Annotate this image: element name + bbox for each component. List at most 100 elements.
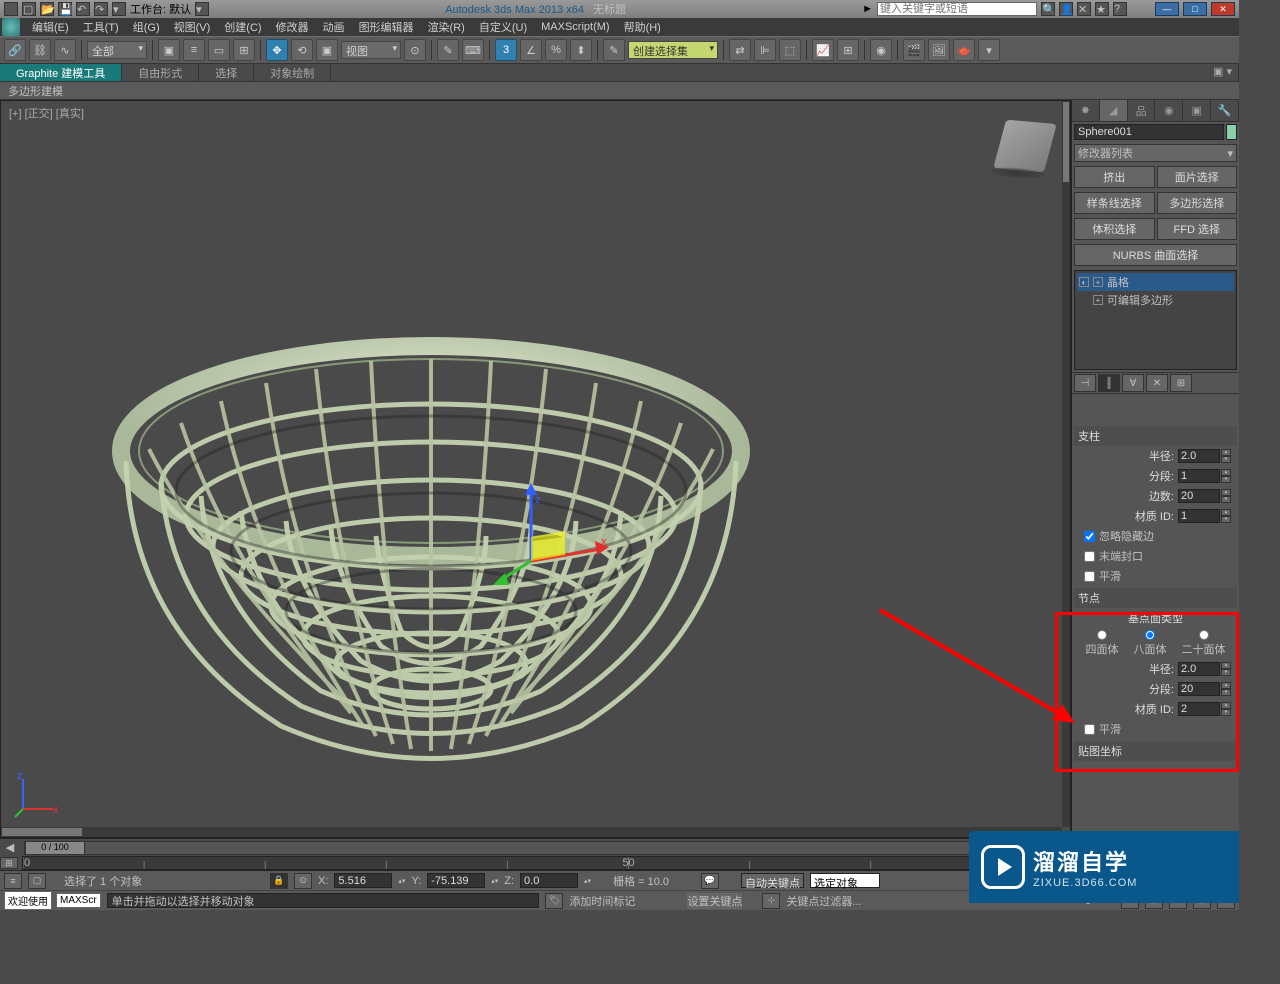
remove-mod-icon[interactable]: ✕ [1146,374,1168,392]
named-sel-icon[interactable]: ✎ [603,39,625,61]
smooth1-check[interactable] [1084,571,1095,582]
menu-tools[interactable]: 工具(T) [77,18,125,36]
redo-icon[interactable]: ↷ [94,2,108,16]
addtime-button[interactable]: 添加时间标记 [569,893,635,909]
pivot-icon[interactable]: ⊙ [404,39,426,61]
joint-matid-input[interactable] [1178,702,1220,716]
btn-vol-sel[interactable]: 体积选择 [1074,218,1155,240]
viewport[interactable]: [+] [正交] [真实] [0,100,1071,838]
ribbon-expand-icon[interactable]: ▣ ▾ [1207,64,1239,81]
modify-tab-icon[interactable]: ◢ [1100,100,1128,121]
scale-icon[interactable]: ▣ [316,39,338,61]
comm-icon[interactable]: 💬 [701,873,719,889]
strut-matid-input[interactable] [1178,509,1220,523]
mat-editor-icon[interactable]: ◉ [870,39,892,61]
infocenter-icon[interactable]: 🔍 [1041,2,1055,16]
unlink-icon[interactable]: ⛓ [29,39,51,61]
btn-poly-sel[interactable]: 多边形选择 [1157,192,1238,214]
angle-snap-icon[interactable]: ∠ [520,39,542,61]
spinner-snap-icon[interactable]: ⬍ [570,39,592,61]
window-cross-icon[interactable]: ⊞ [233,39,255,61]
btn-extrude[interactable]: 挤出 [1074,166,1155,188]
curve-editor-icon[interactable]: 📈 [812,39,834,61]
rotate-icon[interactable]: ⟲ [291,39,313,61]
modifier-stack[interactable]: ◐+晶格 +可编辑多边形 [1074,270,1237,370]
manip-icon[interactable]: ✎ [437,39,459,61]
link-icon[interactable]: 🔗 [4,39,26,61]
viewport-vscroll[interactable] [1062,101,1070,827]
move-gizmo[interactable]: z x [491,481,631,601]
help-search-input[interactable] [877,2,1037,16]
menu-render[interactable]: 渲染(R) [422,18,471,36]
help-icon[interactable]: ? [1113,2,1127,16]
show-end-icon[interactable]: ║ [1098,374,1120,392]
utilities-tab-icon[interactable]: 🔧 [1211,100,1239,121]
selection-filter-dd[interactable]: 全部 [87,41,147,59]
hierarchy-tab-icon[interactable]: 品 [1128,100,1156,121]
fav-icon[interactable]: ★ [1095,2,1109,16]
percent-snap-icon[interactable]: % [545,39,567,61]
track-key-icon[interactable]: ⊞ [0,857,18,869]
keyboard-icon[interactable]: ⌨ [462,39,484,61]
undo-icon[interactable]: ↶ [76,2,90,16]
align-icon[interactable]: ⊫ [754,39,776,61]
keyfilter-ico[interactable]: ⊹ [762,893,780,909]
menu-modifiers[interactable]: 修改器 [270,18,315,36]
exchange-icon[interactable]: ✕ [1077,2,1091,16]
pin-stack-icon[interactable]: ⊣ [1074,374,1096,392]
ignore-hidden-check[interactable] [1084,531,1095,542]
menu-views[interactable]: 视图(V) [168,18,217,36]
render-setup-icon[interactable]: 🎬 [903,39,925,61]
ref-coord-dd[interactable]: 视图 [341,41,401,59]
menu-graph[interactable]: 图形编辑器 [353,18,420,36]
z-field[interactable]: 0.0 [520,873,578,888]
joint-segs-input[interactable] [1178,682,1220,696]
menu-custom[interactable]: 自定义(U) [473,18,533,36]
strut-radius-input[interactable] [1178,449,1220,463]
schematic-icon[interactable]: ⊞ [837,39,859,61]
x-field[interactable]: 5.516 [334,873,392,888]
keymode-dd[interactable]: 选定对象 [810,873,880,888]
expand-icon[interactable]: + [1093,295,1103,305]
ribbon-selection[interactable]: 选择 [199,64,254,81]
rollout-map[interactable]: 贴图坐标 [1074,741,1237,761]
icosa-radio[interactable] [1199,630,1209,640]
btn-patch-sel[interactable]: 面片选择 [1157,166,1238,188]
rollout-title[interactable]: 节点 [1074,588,1237,608]
ribbon-sub-label[interactable]: 多边形建模 [8,83,63,99]
object-color-swatch[interactable] [1226,124,1237,140]
select-icon[interactable]: ▣ [158,39,180,61]
endcaps-check[interactable] [1084,551,1095,562]
btn-spline-sel[interactable]: 样条线选择 [1074,192,1155,214]
app-menu-icon[interactable] [4,2,18,16]
stack-editpoly[interactable]: 可编辑多边形 [1107,292,1173,308]
viewport-label[interactable]: [+] [正交] [真实] [9,105,84,121]
render-prod-icon[interactable]: ▾ [978,39,1000,61]
snap-icon[interactable]: 3 [495,39,517,61]
btn-nurbs-sel[interactable]: NURBS 曲面选择 [1074,244,1237,266]
config-icon[interactable]: ⊞ [1170,374,1192,392]
modifier-list-dd[interactable]: 修改器列表▾ [1074,144,1237,162]
mirror-icon[interactable]: ⇄ [729,39,751,61]
minimize-button[interactable]: — [1155,2,1179,16]
close-button[interactable]: ✕ [1211,2,1235,16]
menu-animation[interactable]: 动画 [317,18,351,36]
signin-icon[interactable]: 👤 [1059,2,1073,16]
motion-tab-icon[interactable]: ◉ [1155,100,1183,121]
region-rect-icon[interactable]: ▭ [208,39,230,61]
iso-icon[interactable]: ⊙ [294,873,312,889]
y-field[interactable]: -75.139 [427,873,485,888]
layer-icon[interactable]: ⬚ [779,39,801,61]
timetag-icon[interactable]: 🏷 [545,893,563,909]
script-icon[interactable]: ≡ [4,873,22,889]
unique-icon[interactable]: ∀ [1122,374,1144,392]
app-logo-icon[interactable] [2,18,20,36]
tetra-radio[interactable] [1097,630,1107,640]
bulb-icon[interactable]: ◐ [1079,277,1089,287]
menu-help[interactable]: 帮助(H) [618,18,667,36]
menu-create[interactable]: 创建(C) [218,18,267,36]
menu-edit[interactable]: 编辑(E) [26,18,75,36]
stack-lattice[interactable]: 晶格 [1107,274,1129,290]
joint-radius-input[interactable] [1178,662,1220,676]
strut-sides-input[interactable] [1178,489,1220,503]
